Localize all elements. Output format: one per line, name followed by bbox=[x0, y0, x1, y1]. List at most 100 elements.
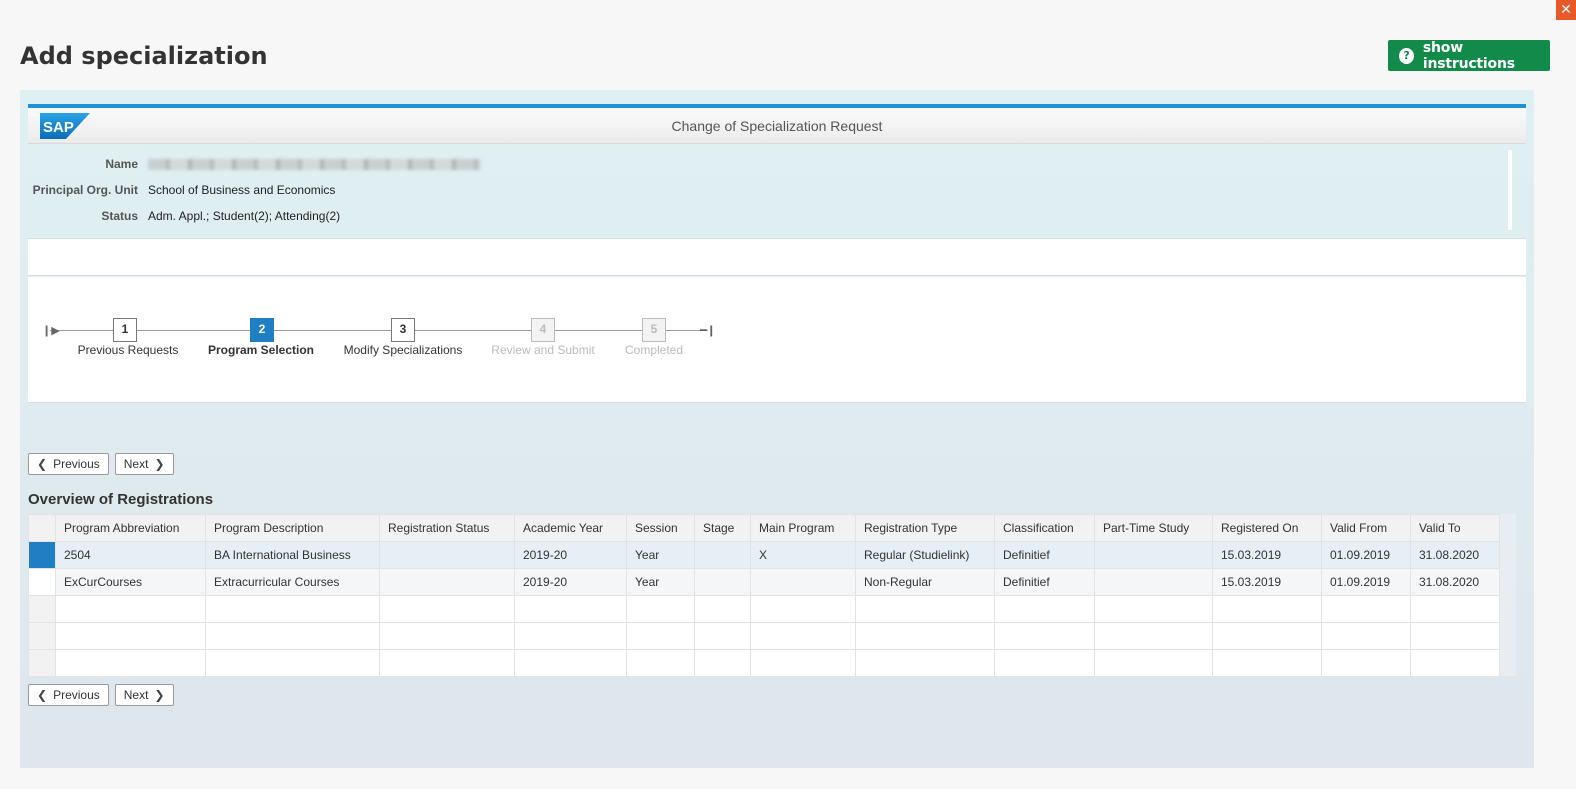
chevron-left-icon: ❮ bbox=[37, 688, 48, 702]
table-cell: 31.08.2020 bbox=[1410, 541, 1500, 569]
name-label: Name bbox=[105, 157, 138, 171]
table-cell bbox=[694, 541, 751, 569]
row-selector bbox=[28, 622, 56, 650]
info-scrollbar[interactable] bbox=[1508, 150, 1512, 230]
registrations-title: Overview of Registrations bbox=[28, 491, 214, 508]
row-selector[interactable] bbox=[28, 568, 56, 596]
table-cell: 2504 bbox=[55, 541, 206, 569]
table-row[interactable]: ExCurCourses Extracurricular Courses 201… bbox=[28, 568, 1500, 596]
column-header[interactable]: Classification bbox=[994, 514, 1095, 542]
table-cell: ExCurCourses bbox=[55, 568, 206, 596]
roadmap-line bbox=[50, 330, 708, 331]
column-header[interactable]: Program Abbreviation bbox=[55, 514, 206, 542]
roadmap-step-2[interactable]: 2 bbox=[250, 318, 274, 342]
roadmap-step-2-label[interactable]: Program Selection bbox=[208, 343, 314, 357]
table-cell: Definitief bbox=[994, 568, 1095, 596]
table-cell: Non-Regular bbox=[855, 568, 995, 596]
table-cell: Regular (Studielink) bbox=[855, 541, 995, 569]
previous-label: Previous bbox=[53, 457, 100, 471]
table-cell bbox=[1094, 568, 1213, 596]
status-label: Status bbox=[101, 209, 138, 223]
org-value: School of Business and Economics bbox=[148, 183, 336, 197]
roadmap-step-1[interactable]: 1 bbox=[113, 318, 137, 342]
info-row-name: Name bbox=[28, 157, 481, 173]
roadmap-step-4: 4 bbox=[531, 318, 555, 342]
column-header[interactable]: Registered On bbox=[1212, 514, 1322, 542]
message-area bbox=[28, 238, 1526, 276]
info-row-status: Status Adm. Appl.; Student(2); Attending… bbox=[28, 209, 340, 225]
column-header[interactable]: Part-Time Study bbox=[1094, 514, 1213, 542]
table-cell bbox=[694, 568, 751, 596]
table-cell: 2019-20 bbox=[514, 568, 627, 596]
table-cell bbox=[1094, 541, 1213, 569]
roadmap-step-5: 5 bbox=[642, 318, 666, 342]
table-cell: BA International Business bbox=[205, 541, 380, 569]
empty-table-row bbox=[28, 622, 1500, 650]
top-nav-bar: ❮ Previous Next ❯ bbox=[28, 453, 174, 475]
row-selector-header[interactable] bbox=[28, 514, 56, 542]
question-icon: ? bbox=[1399, 47, 1414, 64]
next-button-bottom[interactable]: Next ❯ bbox=[114, 684, 174, 706]
column-header[interactable]: Main Program bbox=[750, 514, 856, 542]
name-value-redacted bbox=[148, 157, 481, 173]
column-header[interactable]: Stage bbox=[694, 514, 751, 542]
previous-button-bottom[interactable]: ❮ Previous bbox=[28, 684, 109, 706]
table-cell: Extracurricular Courses bbox=[205, 568, 380, 596]
roadmap-end-icon: ━❙ bbox=[700, 325, 716, 337]
column-header[interactable]: Valid To bbox=[1410, 514, 1500, 542]
table-cell: 15.03.2019 bbox=[1212, 541, 1322, 569]
column-header[interactable]: Session bbox=[626, 514, 695, 542]
status-value: Adm. Appl.; Student(2); Attending(2) bbox=[148, 209, 341, 223]
empty-table-row bbox=[28, 595, 1500, 623]
app-title: Change of Specialization Request bbox=[671, 118, 883, 134]
table-cell: 31.08.2020 bbox=[1410, 568, 1500, 596]
org-label: Principal Org. Unit bbox=[32, 183, 138, 197]
table-cell: 01.09.2019 bbox=[1321, 568, 1411, 596]
roadmap-step-3[interactable]: 3 bbox=[391, 318, 415, 342]
table-cell: 01.09.2019 bbox=[1321, 541, 1411, 569]
app-header: SAP Change of Specialization Request bbox=[28, 104, 1526, 144]
previous-button-top[interactable]: ❮ Previous bbox=[28, 453, 109, 475]
column-header[interactable]: Program Description bbox=[205, 514, 380, 542]
table-scrollbar[interactable] bbox=[1500, 514, 1516, 676]
table-row[interactable]: 2504 BA International Business 2019-20 Y… bbox=[28, 541, 1500, 569]
table-header-row: Program Abbreviation Program Description… bbox=[28, 514, 1500, 542]
show-instructions-label: show instructions bbox=[1422, 39, 1515, 72]
column-header[interactable]: Academic Year bbox=[514, 514, 627, 542]
column-header[interactable]: Registration Type bbox=[855, 514, 995, 542]
chevron-right-icon: ❯ bbox=[154, 688, 165, 702]
roadmap-step-4-label: Review and Submit bbox=[491, 343, 595, 357]
empty-table-row bbox=[28, 649, 1500, 677]
roadmap-step-3-label[interactable]: Modify Specializations bbox=[344, 343, 463, 357]
next-label: Next bbox=[123, 457, 149, 471]
table-cell: 2019-20 bbox=[514, 541, 627, 569]
row-selector bbox=[28, 649, 56, 677]
info-row-org: Principal Org. Unit School of Business a… bbox=[28, 183, 336, 199]
previous-label: Previous bbox=[53, 688, 100, 702]
close-icon: ✕ bbox=[1560, 2, 1572, 18]
roadmap: ❙▶ ━❙ 1 Previous Requests 2 Program Sele… bbox=[28, 277, 1526, 403]
row-selector[interactable] bbox=[28, 541, 56, 569]
student-info-panel: Name Principal Org. Unit School of Busin… bbox=[28, 148, 1526, 236]
show-instructions-button[interactable]: ? show instructions bbox=[1388, 39, 1550, 72]
next-button-top[interactable]: Next ❯ bbox=[114, 453, 174, 475]
registrations-table: Program Abbreviation Program Description… bbox=[28, 514, 1500, 677]
column-header[interactable]: Valid From bbox=[1321, 514, 1411, 542]
next-label: Next bbox=[123, 688, 149, 702]
table-cell: 15.03.2019 bbox=[1212, 568, 1322, 596]
table-cell bbox=[379, 568, 515, 596]
row-selector bbox=[28, 595, 56, 623]
column-header[interactable]: Registration Status bbox=[379, 514, 515, 542]
dialog-title: Add specialization bbox=[20, 42, 268, 70]
chevron-left-icon: ❮ bbox=[37, 457, 48, 471]
roadmap-step-1-label[interactable]: Previous Requests bbox=[78, 343, 179, 357]
table-cell: Year bbox=[626, 541, 695, 569]
table-cell: X bbox=[750, 541, 856, 569]
table-cell bbox=[379, 541, 515, 569]
table-cell: Definitief bbox=[994, 541, 1095, 569]
app-frame: SAP Change of Specialization Request Nam… bbox=[20, 90, 1534, 768]
roadmap-step-5-label: Completed bbox=[624, 343, 684, 357]
table-cell: Year bbox=[626, 568, 695, 596]
bottom-nav-bar: ❮ Previous Next ❯ bbox=[28, 684, 174, 706]
close-button[interactable]: ✕ bbox=[1556, 0, 1576, 20]
